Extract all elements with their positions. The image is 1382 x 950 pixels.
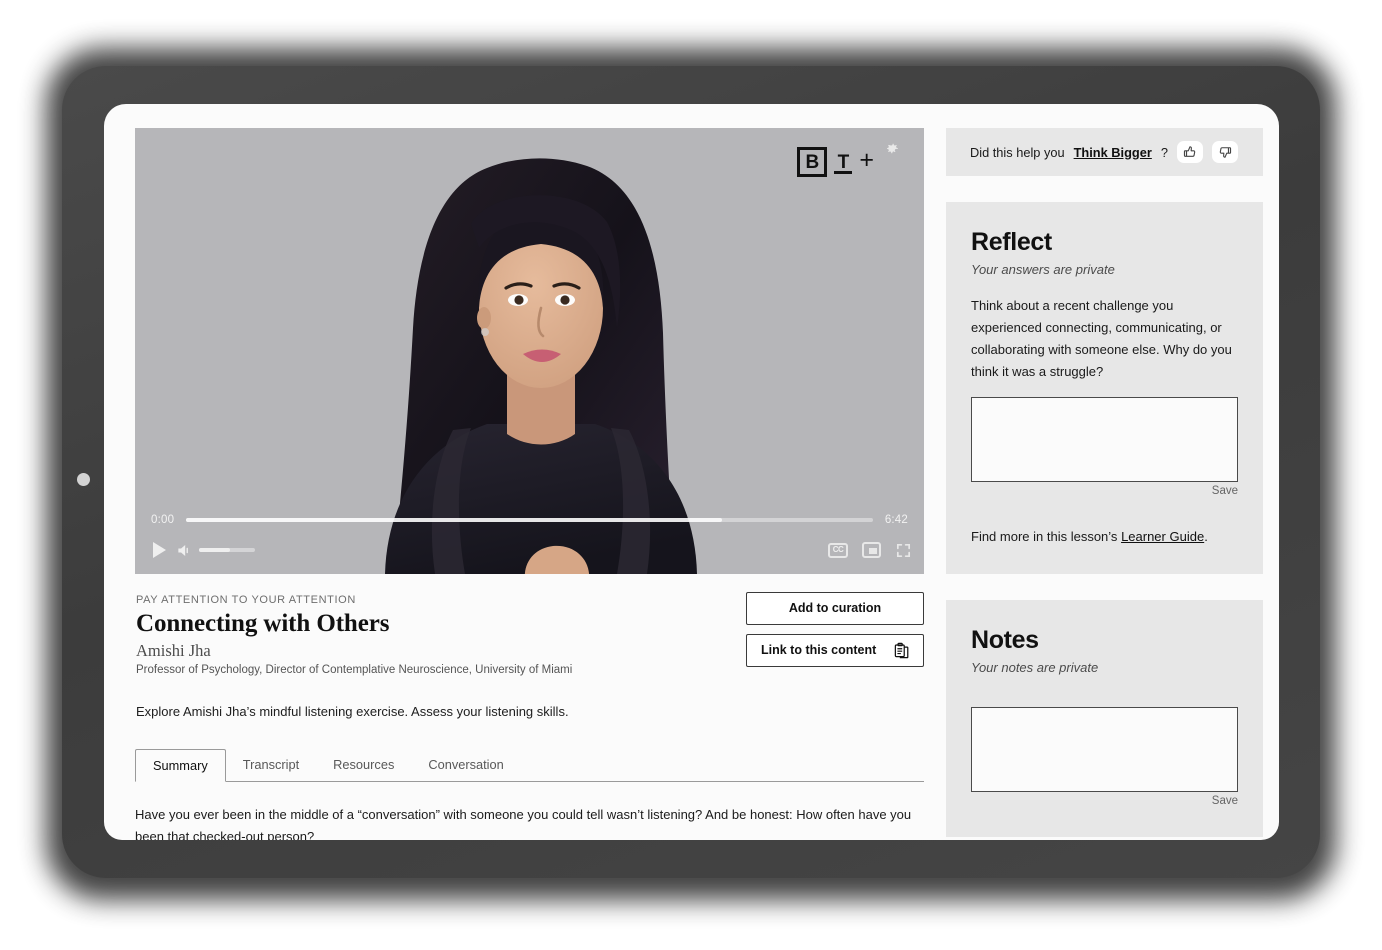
notes-save-button[interactable]: Save <box>971 795 1238 807</box>
notes-subtitle: Your notes are private <box>971 660 1099 676</box>
screenshot-root: B T + 0:00 6:42 CC PAY ATTENTION TO YOUR… <box>0 0 1382 950</box>
think-bigger-link[interactable]: Think Bigger <box>1074 145 1152 160</box>
notes-heading: Notes <box>971 626 1039 655</box>
volume-icon[interactable] <box>176 543 193 558</box>
lesson-description: Explore Amishi Jha’s mindful listening e… <box>136 704 569 719</box>
tab-panel-summary: Have you ever been in the middle of a “c… <box>135 807 912 840</box>
logo-plus-symbol: + <box>859 146 874 174</box>
reflect-save-button[interactable]: Save <box>971 485 1238 497</box>
volume-slider-fill <box>199 548 231 552</box>
add-to-curation-button[interactable]: Add to curation <box>746 592 924 625</box>
tab-resources[interactable]: Resources <box>316 748 411 781</box>
reflect-heading: Reflect <box>971 228 1052 256</box>
play-icon[interactable] <box>153 542 166 558</box>
tab-transcript[interactable]: Transcript <box>226 748 316 781</box>
big-think-plus-logo: B T + <box>797 147 874 177</box>
find-more-pre: Find more in this lesson’s <box>971 529 1118 545</box>
thumbs-up-button[interactable] <box>1176 141 1203 163</box>
fullscreen-icon[interactable] <box>895 542 912 559</box>
thumbs-down-icon <box>1219 147 1232 158</box>
feedback-panel: Did this help you Think Bigger ? <box>946 128 1263 176</box>
reflect-prompt: Think about a recent challenge you exper… <box>971 298 1232 380</box>
video-progress-row[interactable]: 0:00 6:42 <box>135 514 924 526</box>
learner-guide-text: Find more in this lesson’s Learner Guide… <box>971 529 1238 544</box>
video-frame-speaker-image <box>135 128 924 574</box>
link-to-content-label: Link to this content <box>761 643 877 658</box>
learner-guide-link[interactable]: Learner Guide <box>1121 529 1204 544</box>
video-buffered-bar <box>186 518 722 522</box>
picture-in-picture-icon[interactable] <box>862 542 881 558</box>
lesson-meta: PAY ATTENTION TO YOUR ATTENTION Connecti… <box>135 574 924 719</box>
video-progress-bar[interactable] <box>186 518 873 522</box>
reflect-panel: Reflect Your answers are private Think a… <box>946 202 1263 575</box>
sidebar-column: Did this help you Think Bigger ? Reflect… <box>946 128 1263 840</box>
notes-panel: Notes Your notes are private Save <box>946 600 1263 838</box>
tablet-screen: B T + 0:00 6:42 CC PAY ATTENTION TO YOUR… <box>104 104 1279 840</box>
logo-b-letter: B <box>797 147 828 177</box>
notes-input[interactable] <box>971 707 1238 793</box>
find-more-post: . <box>1204 529 1208 545</box>
content-tabs: Summary Transcript Resources Conversatio… <box>135 748 924 783</box>
clipboard-icon <box>894 642 909 659</box>
link-to-content-button[interactable]: Link to this content <box>746 634 924 667</box>
closed-captions-icon[interactable]: CC <box>828 542 848 558</box>
gear-icon[interactable] <box>883 140 900 157</box>
feedback-question-post: ? <box>1160 144 1168 160</box>
tab-conversation[interactable]: Conversation <box>411 748 520 781</box>
tablet-camera-icon <box>77 473 90 486</box>
volume-slider[interactable] <box>199 548 255 552</box>
lesson-actions: Add to curation Link to this content <box>746 592 924 667</box>
reflect-answer-input[interactable] <box>971 397 1238 483</box>
thumbs-up-icon <box>1183 146 1196 157</box>
duration-label: 6:42 <box>884 514 908 526</box>
thumbs-down-button[interactable] <box>1211 141 1238 163</box>
current-time-label: 0:00 <box>151 514 175 526</box>
reflect-subtitle: Your answers are private <box>971 262 1115 277</box>
feedback-question-pre: Did this help you <box>970 144 1065 160</box>
video-controls-bar: CC <box>135 534 924 566</box>
video-player[interactable]: B T + 0:00 6:42 CC <box>135 128 924 574</box>
tab-summary[interactable]: Summary <box>135 749 226 783</box>
main-content-column: B T + 0:00 6:42 CC PAY ATTENTION TO YOUR… <box>135 128 924 840</box>
logo-t-letter: T <box>832 147 854 177</box>
